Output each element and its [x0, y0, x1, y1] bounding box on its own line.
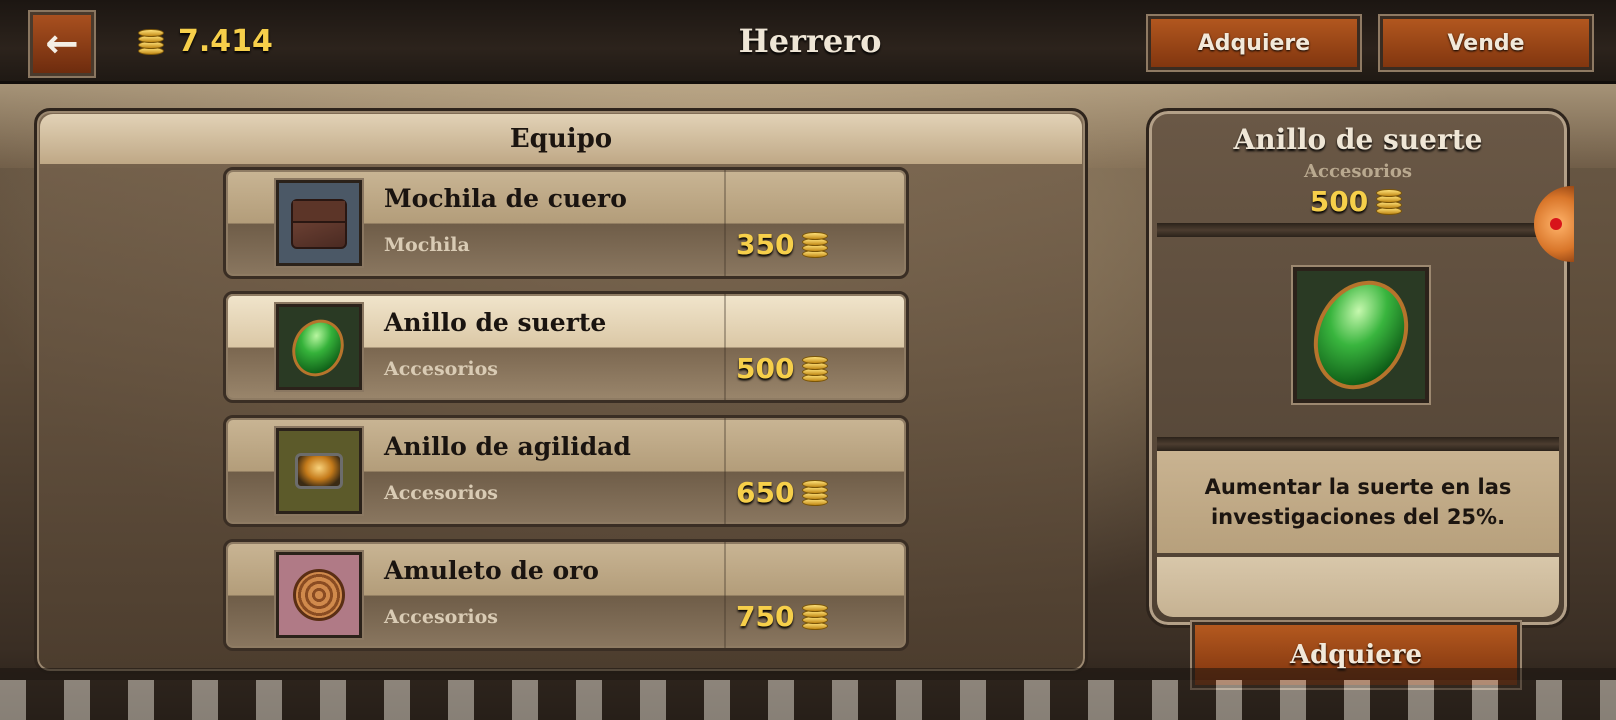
item-name: Mochila de cuero: [384, 184, 627, 213]
item-price: 350: [736, 228, 832, 261]
list-item[interactable]: Amuleto de oro Accesorios 750: [223, 539, 909, 651]
detail-item-image: [1291, 265, 1431, 405]
detail-item-category: Accesorios: [1304, 161, 1412, 182]
buy-tab-button[interactable]: Adquiere: [1146, 14, 1362, 72]
back-button[interactable]: ←: [28, 10, 96, 78]
detail-price: 500: [1149, 185, 1567, 218]
item-thumbnail: [274, 550, 364, 640]
item-detail-panel: Anillo de suerte Accesorios 500 Aumentar…: [1146, 108, 1570, 628]
equipment-panel: Equipo Mochila de cuero Mochila 350 Anil…: [34, 108, 1088, 674]
coin-stack-icon: [802, 478, 832, 508]
equipment-panel-title: Equipo: [40, 114, 1082, 164]
leather-bag-icon: [287, 191, 351, 255]
sell-tab-button[interactable]: Vende: [1378, 14, 1594, 72]
coin-balance: 7.414: [138, 24, 273, 59]
item-name: Anillo de agilidad: [384, 432, 631, 461]
arrow-left-icon: ←: [45, 21, 79, 67]
coin-stack-icon: [802, 354, 832, 384]
coin-stack-icon: [802, 602, 832, 632]
coin-stack-icon: [138, 27, 168, 57]
coin-balance-value: 7.414: [178, 24, 273, 59]
item-name: Anillo de suerte: [384, 308, 607, 337]
item-thumbnail: [274, 302, 364, 392]
item-price: 750: [736, 600, 832, 633]
green-gem-ring-icon: [283, 311, 353, 385]
top-bar: ← 7.414 Herrero Adquiere Vende: [0, 0, 1616, 84]
item-category: Accesorios: [384, 606, 498, 628]
page-title: Herrero: [738, 22, 882, 60]
coin-stack-icon: [802, 230, 832, 260]
list-item-selected[interactable]: Anillo de suerte Accesorios 500: [223, 291, 909, 403]
green-gem-ring-icon: [1296, 265, 1426, 405]
list-item[interactable]: Anillo de agilidad Accesorios 650: [223, 415, 909, 527]
divider: [1157, 223, 1559, 237]
floor-decoration: [0, 668, 1616, 720]
divider: [1157, 437, 1559, 451]
item-category: Accesorios: [384, 482, 498, 504]
item-name: Amuleto de oro: [384, 556, 599, 585]
item-price: 650: [736, 476, 832, 509]
gold-amulet-icon: [287, 563, 351, 627]
item-thumbnail: [274, 178, 364, 268]
list-item[interactable]: Mochila de cuero Mochila 350: [223, 167, 909, 279]
item-category: Mochila: [384, 234, 470, 256]
item-thumbnail: [274, 426, 364, 516]
detail-empty-area: [1157, 557, 1559, 617]
item-price-value: 350: [736, 228, 795, 261]
item-price: 500: [736, 352, 832, 385]
detail-price-value: 500: [1309, 185, 1369, 218]
coin-stack-icon: [1376, 187, 1406, 217]
detail-description: Aumentar la suerte en las investigacione…: [1157, 451, 1559, 553]
item-price-value: 500: [736, 352, 795, 385]
detail-item-name: Anillo de suerte: [1233, 123, 1483, 156]
item-category: Accesorios: [384, 358, 498, 380]
item-price-value: 750: [736, 600, 795, 633]
item-price-value: 650: [736, 476, 795, 509]
amber-ring-icon: [287, 439, 351, 503]
